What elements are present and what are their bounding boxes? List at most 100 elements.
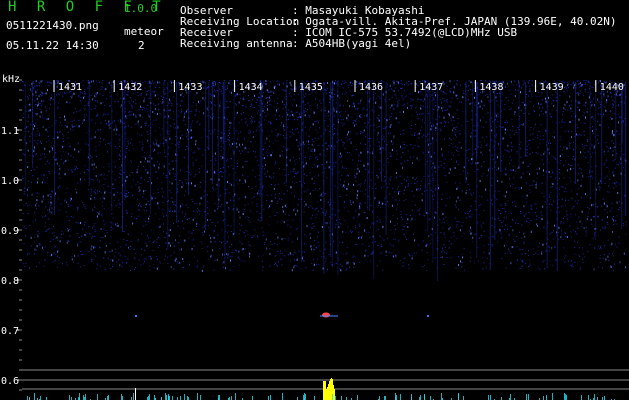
signal-level-bar bbox=[69, 395, 70, 400]
signal-level-bar bbox=[27, 396, 28, 400]
signal-level-bar bbox=[314, 396, 315, 400]
meteor-label: meteor bbox=[124, 25, 164, 38]
signal-level-bar bbox=[79, 393, 80, 400]
meteor-burst bbox=[325, 381, 326, 400]
signal-level-bar bbox=[184, 394, 185, 400]
signal-level-bar bbox=[463, 396, 464, 400]
time-label: 1437 bbox=[419, 82, 443, 93]
noise-layer bbox=[22, 80, 627, 281]
meteor-burst bbox=[323, 381, 324, 400]
signal-level-bar bbox=[424, 395, 425, 400]
signal-level-bar bbox=[172, 396, 173, 400]
signal-level-bar bbox=[441, 393, 442, 400]
file-name: 0511221430.png bbox=[6, 19, 99, 32]
signal-level-bar bbox=[187, 396, 188, 400]
signal-level-bar bbox=[168, 394, 169, 400]
y-tick-label: 1.0 bbox=[1, 176, 19, 187]
signal-level-bar bbox=[133, 393, 134, 400]
signal-level-bar bbox=[231, 396, 232, 400]
signal-level-bar bbox=[526, 394, 527, 400]
signal-level-bar bbox=[270, 395, 271, 400]
signal-level-bar bbox=[218, 395, 219, 400]
time-label: 1431 bbox=[58, 82, 82, 93]
signal-level-bar bbox=[197, 393, 198, 400]
signal-level-bar bbox=[384, 396, 385, 400]
signal-level-bar bbox=[420, 395, 421, 400]
signal-level-bar bbox=[165, 393, 166, 400]
signal-level-bar bbox=[357, 395, 358, 400]
time-label: 1439 bbox=[540, 82, 564, 93]
signal-level-bar bbox=[200, 395, 201, 400]
meteor-burst bbox=[333, 385, 334, 400]
y-tick-label: 1.1 bbox=[1, 126, 19, 137]
signal-level-bar bbox=[282, 393, 283, 400]
signal-level-bar bbox=[490, 395, 491, 400]
y-tick-label: 0.6 bbox=[1, 376, 19, 387]
signal-level-bar bbox=[252, 396, 253, 400]
spectrogram-view: kHz 1.1 1.0 0.9 0.8 0.7 0.6 1431 1432 1433 1434 14… bbox=[1, 74, 629, 400]
signal-level-bar bbox=[180, 396, 181, 400]
signal-level-bar bbox=[107, 396, 108, 400]
signal-level-bar bbox=[604, 396, 605, 400]
time-label: 1432 bbox=[118, 82, 142, 93]
signal-level-bar bbox=[528, 394, 529, 400]
signal-level-bar bbox=[305, 394, 306, 400]
signal-level-bar bbox=[411, 394, 412, 400]
time-axis: 1431 1432 1433 1434 1435 1436 1437 1438 1439 1440 bbox=[53, 80, 624, 93]
signal-level-bar bbox=[395, 393, 396, 400]
meteor-burst bbox=[329, 381, 330, 400]
signal-level-bar bbox=[169, 396, 170, 400]
signal-level-bar bbox=[430, 396, 431, 400]
meteor-burst bbox=[331, 378, 332, 400]
time-label: 1440 bbox=[600, 82, 624, 93]
meteor-burst bbox=[326, 389, 327, 400]
signal-level-bar bbox=[34, 393, 35, 400]
signal-level-bar bbox=[594, 394, 595, 400]
meteor-burst bbox=[328, 384, 329, 400]
signal-level-bar bbox=[400, 394, 401, 400]
axis-unit-label: kHz bbox=[2, 74, 20, 85]
signal-level-bar bbox=[566, 395, 567, 400]
signal-level-bar bbox=[510, 394, 511, 400]
signal-level-bar bbox=[303, 395, 304, 400]
signal-level-bar bbox=[396, 395, 397, 400]
y-tick-label: 0.7 bbox=[1, 326, 19, 337]
capture-datetime: 05.11.22 14:30 bbox=[6, 39, 99, 52]
app-version: 1.0.0 bbox=[124, 2, 158, 15]
meteor-echo bbox=[427, 315, 429, 317]
signal-level-bar bbox=[565, 394, 566, 400]
y-tick-label: 0.8 bbox=[1, 276, 19, 287]
signal-level-bar bbox=[166, 395, 167, 400]
signal-level-bar bbox=[121, 394, 122, 400]
signal-level-bar bbox=[135, 388, 136, 400]
time-label: 1434 bbox=[239, 82, 263, 93]
signal-level-bar bbox=[543, 396, 544, 400]
signal-level-bar bbox=[564, 393, 565, 400]
signal-level-bar bbox=[546, 395, 547, 400]
signal-level-bar bbox=[219, 395, 220, 400]
signal-level-bar bbox=[108, 395, 109, 400]
signal-level-bar bbox=[235, 393, 236, 400]
signal-level-bar bbox=[385, 396, 386, 400]
time-label: 1433 bbox=[178, 82, 202, 93]
meteor-echo-layer bbox=[27, 312, 615, 400]
y-tick-label: 0.9 bbox=[1, 226, 19, 237]
signal-level-bar bbox=[379, 396, 380, 400]
signal-level-bar bbox=[335, 396, 336, 400]
time-label: 1438 bbox=[479, 82, 503, 93]
signal-level-bar bbox=[458, 393, 459, 400]
meteor-burst bbox=[334, 389, 335, 400]
meteor-burst bbox=[330, 379, 331, 400]
signal-level-bar bbox=[341, 396, 342, 400]
signal-level-bar bbox=[40, 396, 41, 400]
meteor-burst bbox=[327, 387, 328, 400]
signal-level-bar bbox=[268, 396, 269, 400]
signal-level-bar bbox=[148, 396, 149, 400]
signal-level-bar bbox=[83, 395, 84, 400]
signal-level-bar bbox=[122, 396, 123, 400]
time-label: 1436 bbox=[359, 82, 383, 93]
signal-level-bar bbox=[85, 394, 86, 400]
signal-level-bar bbox=[154, 395, 155, 400]
meteor-echo bbox=[135, 315, 137, 317]
antenna-value: : A504HB(yagi 4el) bbox=[292, 37, 412, 50]
